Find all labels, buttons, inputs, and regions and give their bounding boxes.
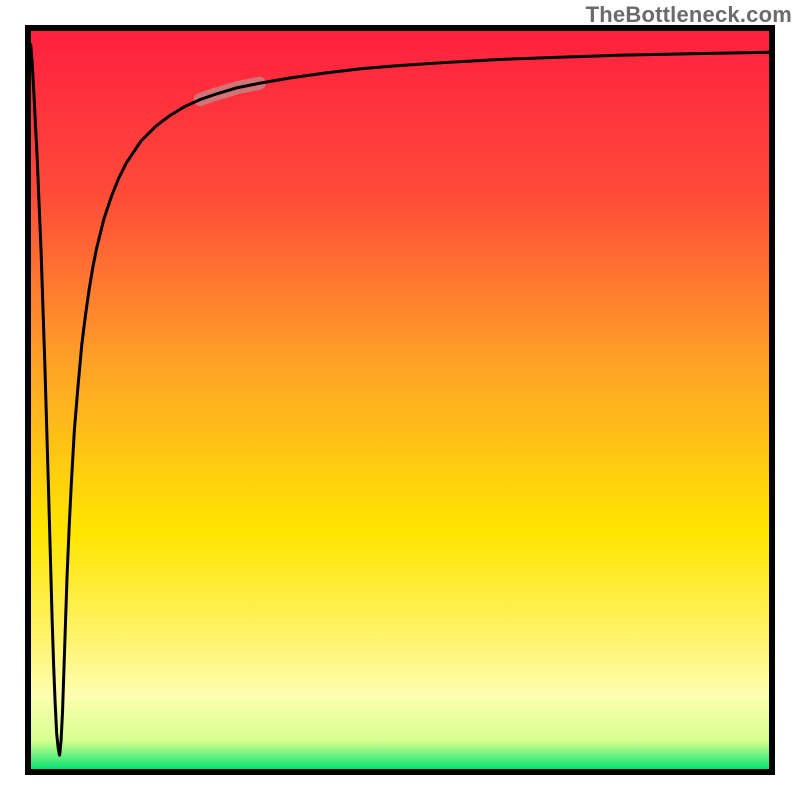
watermark-text: TheBottleneck.com	[586, 2, 792, 28]
chart-container: TheBottleneck.com	[0, 0, 800, 800]
chart-svg	[0, 0, 800, 800]
